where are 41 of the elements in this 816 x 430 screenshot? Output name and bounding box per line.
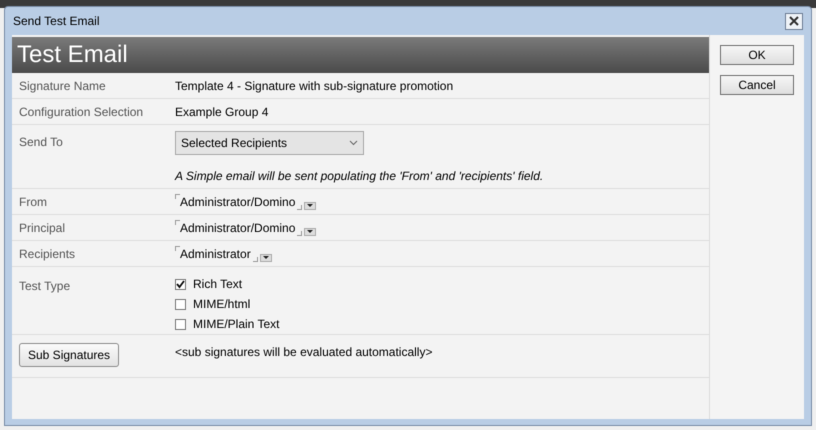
caret-down-icon bbox=[307, 230, 314, 233]
checkbox-label: MIME/Plain Text bbox=[193, 316, 280, 333]
caret-down-icon bbox=[262, 256, 269, 259]
field-label: Principal bbox=[19, 220, 66, 234]
corner-bracket-icon bbox=[175, 246, 180, 250]
field-value: Example Group 4 bbox=[175, 104, 270, 120]
picker-button[interactable] bbox=[304, 202, 316, 210]
close-button[interactable] bbox=[785, 12, 803, 30]
corner-bracket-icon bbox=[252, 256, 258, 262]
dropdown[interactable]: Selected Recipients bbox=[175, 131, 364, 155]
checkbox[interactable] bbox=[175, 278, 186, 290]
field-label: Configuration Selection bbox=[19, 104, 144, 118]
corner-bracket-icon bbox=[175, 194, 180, 198]
caret-down-icon bbox=[307, 204, 314, 207]
checkbox[interactable] bbox=[175, 318, 186, 330]
checkbox[interactable] bbox=[175, 298, 186, 310]
field-value: Template 4 - Signature with sub-signature promotion bbox=[175, 78, 454, 94]
sub-signatures-button[interactable]: Sub Signatures bbox=[19, 343, 120, 367]
field-label: Signature Name bbox=[19, 78, 106, 92]
checkbox-label: Rich Text bbox=[193, 276, 242, 293]
close-icon bbox=[789, 16, 799, 26]
chevron-down-icon bbox=[349, 140, 358, 146]
dialog-button[interactable]: Cancel bbox=[720, 75, 794, 95]
picker-button[interactable] bbox=[260, 254, 272, 262]
field-label: From bbox=[19, 194, 47, 208]
field-label: Send To bbox=[19, 135, 63, 149]
dialog-button[interactable]: OK bbox=[720, 45, 794, 65]
field-label: Recipients bbox=[19, 246, 76, 260]
name-field-value: Administrator/Domino bbox=[180, 194, 296, 210]
corner-bracket-icon bbox=[297, 204, 302, 210]
form-header: Test Email bbox=[12, 37, 709, 73]
info-text: <sub signatures will be evaluated automatically> bbox=[175, 344, 434, 361]
window-title: Send Test Email bbox=[13, 13, 100, 30]
corner-bracket-icon bbox=[175, 220, 180, 224]
corner-bracket-icon bbox=[297, 230, 302, 236]
name-field-value: Administrator bbox=[180, 246, 251, 262]
hint-text: A Simple email will be sent populating the 'From' and 'recipients' field. bbox=[175, 168, 544, 185]
picker-button[interactable] bbox=[304, 228, 316, 236]
name-field-value: Administrator/Domino bbox=[180, 220, 296, 236]
checkbox-label: MIME/html bbox=[193, 296, 250, 313]
field-label: Test Type bbox=[19, 278, 72, 295]
